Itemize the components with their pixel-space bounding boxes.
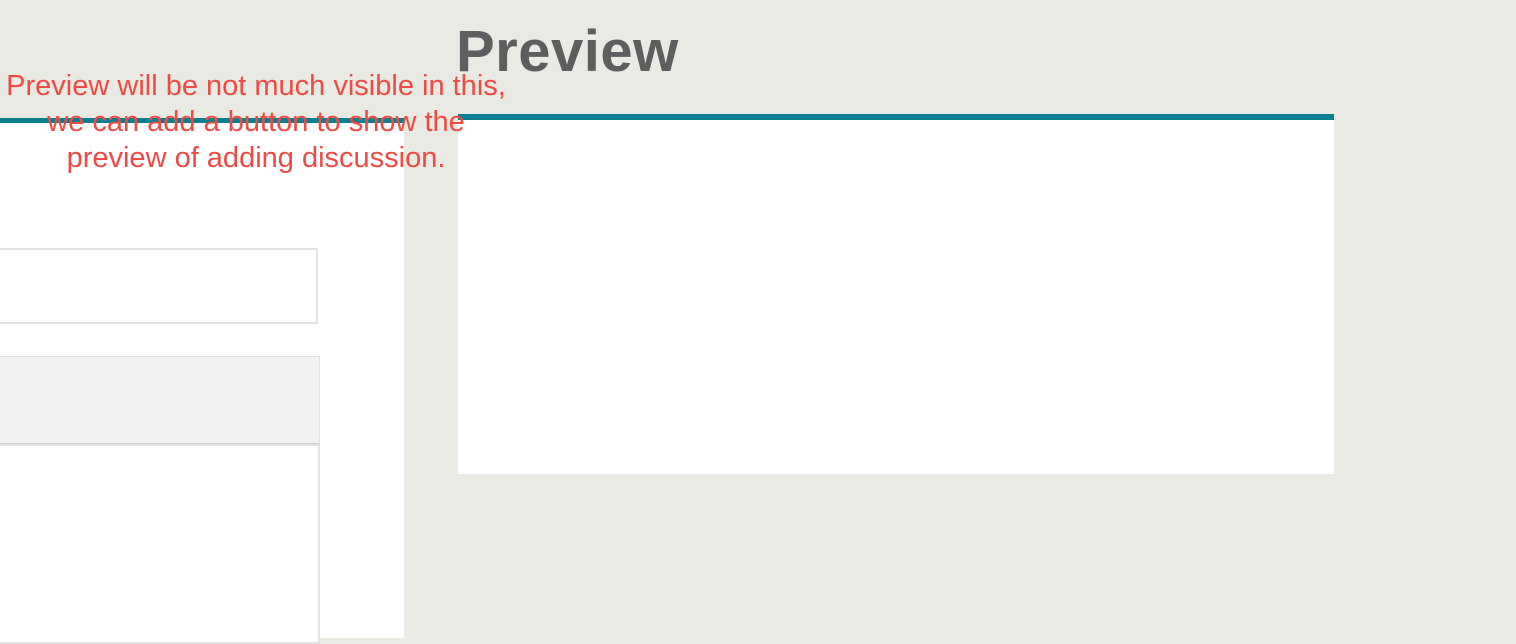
preview-panel [458,120,1334,474]
discussion-title-input[interactable] [0,248,318,324]
review-annotation-note: Preview will be not much visible in this… [6,70,506,174]
editor-toolbar[interactable] [0,356,320,445]
discussion-body-editor[interactable] [0,444,320,644]
